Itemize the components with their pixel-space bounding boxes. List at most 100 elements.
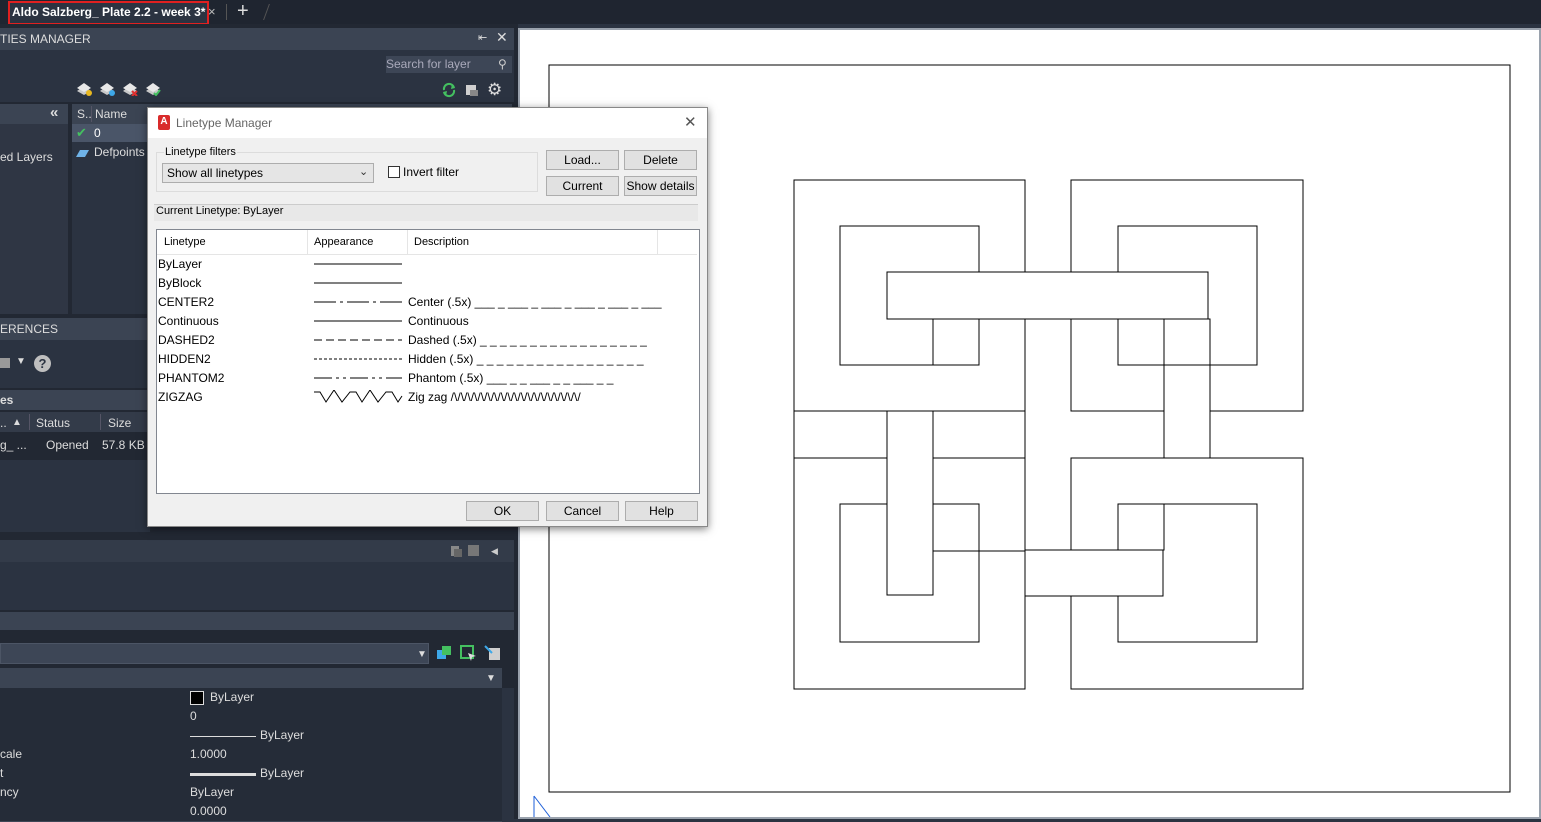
object-type-select[interactable] <box>0 643 429 664</box>
collapse-icon[interactable]: « <box>50 104 58 121</box>
col-divider <box>307 230 308 254</box>
prop-row-lineweight[interactable]: t ByLayer <box>0 764 502 784</box>
document-tab[interactable]: Aldo Salzberg_ Plate 2.2 - week 3* <box>8 1 210 25</box>
quick-select-icon[interactable] <box>484 645 502 666</box>
ok-button[interactable]: OK <box>466 501 539 521</box>
col-linetype[interactable]: Linetype <box>164 236 206 248</box>
prop-value: 0 <box>190 709 197 723</box>
file-references-header <box>0 390 150 410</box>
filter-tree-item[interactable]: ed Layers <box>0 150 53 164</box>
col-name[interactable]: Name <box>95 107 127 121</box>
load-button[interactable]: Load... <box>546 150 619 170</box>
refresh-icon[interactable] <box>441 82 457 101</box>
prop-row-color[interactable]: ByLayer <box>0 688 502 708</box>
sort-up-icon: ▲ <box>12 417 22 428</box>
layer-panel-header: TIES MANAGER <box>0 28 514 50</box>
toggle-pickadd-icon[interactable] <box>436 645 454 666</box>
ucs-icon <box>533 795 551 817</box>
chevron-down-icon[interactable]: ▼ <box>486 673 496 684</box>
file-references-title: es <box>0 393 14 407</box>
close-tab-icon[interactable]: × <box>208 4 216 19</box>
linetype-row[interactable]: ByBlock <box>157 274 697 293</box>
linetype-row[interactable]: CENTER2 Center (.5x) ___ _ ___ _ ___ _ __… <box>157 293 697 312</box>
invert-filter-label[interactable]: Invert filter <box>403 165 459 179</box>
preview-icon[interactable] <box>468 545 479 556</box>
prop-row-transparency[interactable]: ncy ByLayer <box>0 783 502 803</box>
properties-scrollbar[interactable] <box>502 688 514 819</box>
new-layer-icon[interactable] <box>76 82 92 99</box>
layer-name[interactable]: Defpoints <box>94 145 145 159</box>
linetype-name: Continuous <box>158 314 219 328</box>
layer-settings-icon[interactable] <box>464 82 480 101</box>
layer-panel-title: TIES MANAGER <box>0 32 91 46</box>
col-description[interactable]: Description <box>414 236 469 248</box>
attach-icon[interactable] <box>0 356 12 373</box>
properties-header <box>0 612 514 630</box>
linetype-row[interactable]: HIDDEN2 Hidden (.5x) _ _ _ _ _ _ _ _ _ _ … <box>157 350 697 369</box>
linetype-row[interactable]: PHANTOM2 Phantom (.5x) ___ _ _ ___ _ _ __… <box>157 369 697 388</box>
invert-filter-checkbox[interactable] <box>388 166 400 178</box>
gear-icon[interactable]: ⚙ <box>487 80 502 100</box>
linetype-row[interactable]: ByLayer <box>157 255 697 274</box>
help-button[interactable]: Help <box>625 501 698 521</box>
ref-file-name[interactable]: g_ ... <box>0 438 27 452</box>
prop-value: 1.0000 <box>190 747 227 761</box>
properties-grid: ByLayer 0 ByLayer cale 1.0000 t ByLayer … <box>0 688 502 822</box>
linetype-appearance <box>314 389 404 410</box>
col-appearance[interactable]: Appearance <box>314 236 373 248</box>
autocad-app-icon: A <box>158 115 170 130</box>
prop-value: ByLayer <box>210 690 255 704</box>
pin-icon[interactable]: ⇤ <box>478 31 487 44</box>
cancel-button[interactable]: Cancel <box>546 501 619 521</box>
linetype-description: Zig zag /\/\/\/\/\/\/\/\/\/\/\/\/\/\/\/\… <box>408 390 581 404</box>
help-icon[interactable]: ? <box>34 355 51 372</box>
prop-value: ByLayer <box>190 785 235 799</box>
general-category-header[interactable] <box>0 668 502 688</box>
lineweight-sample <box>190 773 256 776</box>
linetype-manager-dialog: A Linetype Manager ✕ Linetype filters Sh… <box>147 107 708 527</box>
collapse-arrow-icon[interactable]: ◀ <box>491 546 498 557</box>
close-panel-icon[interactable]: ✕ <box>496 29 508 46</box>
layer-search-input[interactable]: Search for layer <box>386 56 512 73</box>
linetype-row[interactable]: DASHED2 Dashed (.5x) _ _ _ _ _ _ _ _ _ _ … <box>157 331 697 350</box>
linetype-filter-select[interactable]: Show all linetypes ⌄ <box>162 163 374 183</box>
linetype-row[interactable]: ZIGZAG Zig zag /\/\/\/\/\/\/\/\/\/\/\/\/\… <box>157 388 697 407</box>
select-objects-icon[interactable] <box>460 645 478 666</box>
details-panel-header <box>0 540 514 562</box>
linetype-name: DASHED2 <box>158 333 215 347</box>
chevron-down-icon: ⌄ <box>359 166 369 178</box>
tab-divider <box>226 4 227 20</box>
current-button[interactable]: Current <box>546 176 619 196</box>
layer-name[interactable]: 0 <box>94 126 101 140</box>
details-icon[interactable] <box>450 545 462 560</box>
new-tab-button[interactable]: + <box>237 0 249 22</box>
layer-filter-tree <box>0 104 68 314</box>
set-current-layer-icon[interactable] <box>145 82 161 99</box>
col-ref-size[interactable]: Size <box>108 416 131 430</box>
linetype-sample <box>190 736 256 737</box>
chevron-down-icon[interactable]: ▼ <box>417 649 427 660</box>
xref-list-area <box>0 460 150 532</box>
linetype-row[interactable]: Continuous Continuous <box>157 312 697 331</box>
delete-button[interactable]: Delete <box>624 150 697 170</box>
prop-row-linetype-scale[interactable]: cale 1.0000 <box>0 745 502 765</box>
chevron-down-icon[interactable]: ▼ <box>16 356 26 367</box>
col-ref-name[interactable]: .. <box>0 416 7 430</box>
prop-label: cale <box>0 747 23 761</box>
col-status[interactable]: S.. <box>77 107 92 121</box>
col-divider <box>91 106 92 122</box>
prop-row-layer[interactable]: 0 <box>0 707 502 727</box>
new-layer-vp-frozen-icon[interactable] <box>99 82 115 99</box>
delete-layer-icon[interactable] <box>122 82 138 99</box>
close-icon[interactable]: ✕ <box>684 113 697 131</box>
linetype-list[interactable]: Linetype Appearance Description ByLayer B… <box>156 229 700 494</box>
col-ref-status[interactable]: Status <box>36 416 70 430</box>
prop-row-linetype[interactable]: ByLayer <box>0 726 502 746</box>
knot-pattern <box>793 179 1304 690</box>
color-swatch <box>190 691 204 705</box>
prop-value: 0.0000 <box>190 804 227 818</box>
linetype-description: Phantom (.5x) ___ _ _ ___ _ _ ___ _ _ <box>408 371 614 385</box>
xref-panel-title: ERENCES <box>0 322 59 336</box>
show-details-button[interactable]: Show details <box>624 176 697 196</box>
prop-row-thickness[interactable]: 0.0000 <box>0 802 502 822</box>
